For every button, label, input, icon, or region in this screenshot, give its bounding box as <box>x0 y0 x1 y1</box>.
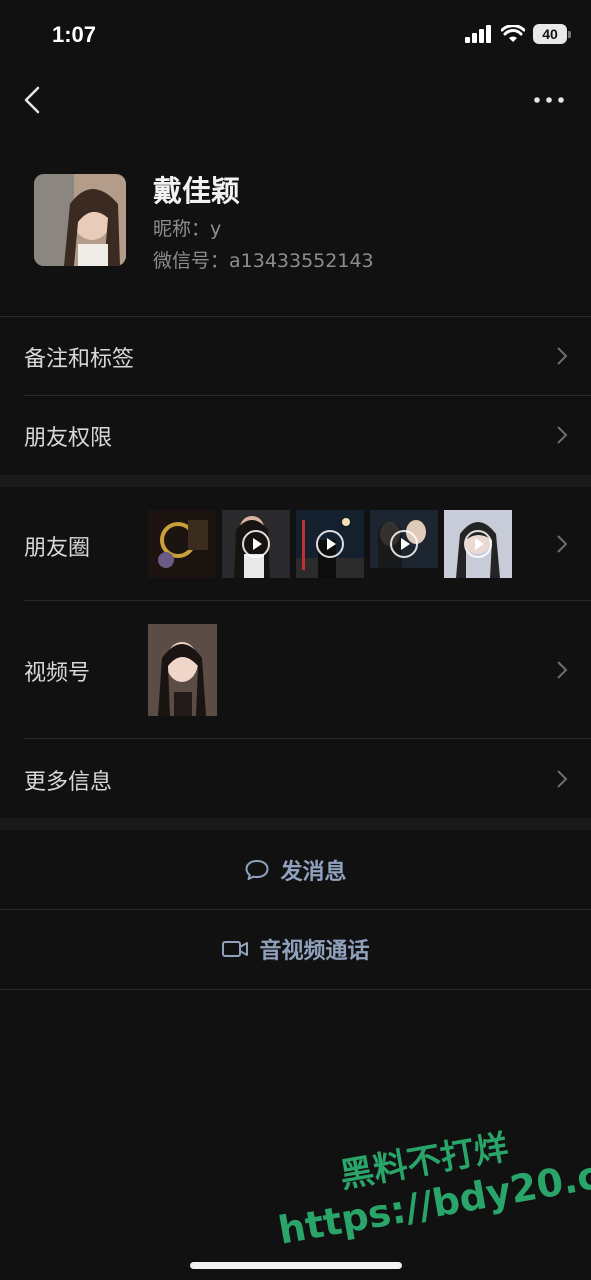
play-icon <box>390 530 418 558</box>
friend-permissions-row[interactable]: 朋友权限 <box>0 396 591 474</box>
play-icon <box>242 530 270 558</box>
chevron-right-icon <box>557 426 568 444</box>
signal-icon <box>465 25 491 43</box>
friend-permissions-label: 朋友权限 <box>24 426 113 451</box>
chevron-right-icon <box>557 535 568 553</box>
section-gap <box>0 818 591 830</box>
moments-video-thumbnail <box>370 510 438 578</box>
watermark: 黑料不打烊 https://bdy20.co <box>267 1100 591 1252</box>
moments-thumbnail <box>148 510 216 578</box>
remarks-tags-label: 备注和标签 <box>24 347 135 372</box>
moments-video-thumbnail <box>296 510 364 578</box>
remarks-tags-row[interactable]: 备注和标签 <box>0 317 591 395</box>
section-gap <box>0 475 591 487</box>
moments-row[interactable]: 朋友圈 <box>0 488 591 600</box>
more-options-icon[interactable] <box>531 86 567 114</box>
clock: 1:07 <box>52 22 97 47</box>
nickname: 昵称：y <box>153 218 222 240</box>
video-camera-icon <box>222 941 249 957</box>
back-arrow-icon[interactable] <box>18 84 48 116</box>
send-message-label: 发消息 <box>280 860 347 885</box>
avatar-photo <box>34 174 126 266</box>
wifi-icon <box>501 25 525 42</box>
profile-header: 戴佳颖 昵称：y 微信号：a13433552143 <box>0 150 591 315</box>
chat-bubble-icon <box>245 860 269 880</box>
battery-icon: 40 <box>533 24 571 44</box>
moments-video-thumbnail <box>444 510 512 578</box>
voice-video-call-button[interactable]: 音视频通话 <box>0 910 591 988</box>
voice-video-call-label: 音视频通话 <box>259 939 370 964</box>
send-message-button[interactable]: 发消息 <box>0 831 591 909</box>
moments-thumbnails <box>148 510 512 578</box>
more-info-label: 更多信息 <box>24 770 113 795</box>
home-indicator[interactable] <box>190 1262 402 1269</box>
divider <box>0 989 591 990</box>
play-icon <box>464 530 492 558</box>
avatar[interactable] <box>34 174 126 266</box>
moments-video-thumbnail <box>222 510 290 578</box>
channels-row[interactable]: 视频号 <box>0 601 591 738</box>
play-icon <box>316 530 344 558</box>
contact-name: 戴佳颖 <box>153 174 241 208</box>
chevron-right-icon <box>557 770 568 788</box>
moments-label: 朋友圈 <box>24 536 91 561</box>
chevron-right-icon <box>557 661 568 679</box>
status-bar: 1:07 40 <box>0 0 591 70</box>
channels-thumbnail <box>148 624 217 716</box>
wechat-id: 微信号：a13433552143 <box>153 250 374 272</box>
nav-bar <box>0 72 591 128</box>
channels-label: 视频号 <box>24 661 91 686</box>
more-info-row[interactable]: 更多信息 <box>0 739 591 818</box>
chevron-right-icon <box>557 347 568 365</box>
